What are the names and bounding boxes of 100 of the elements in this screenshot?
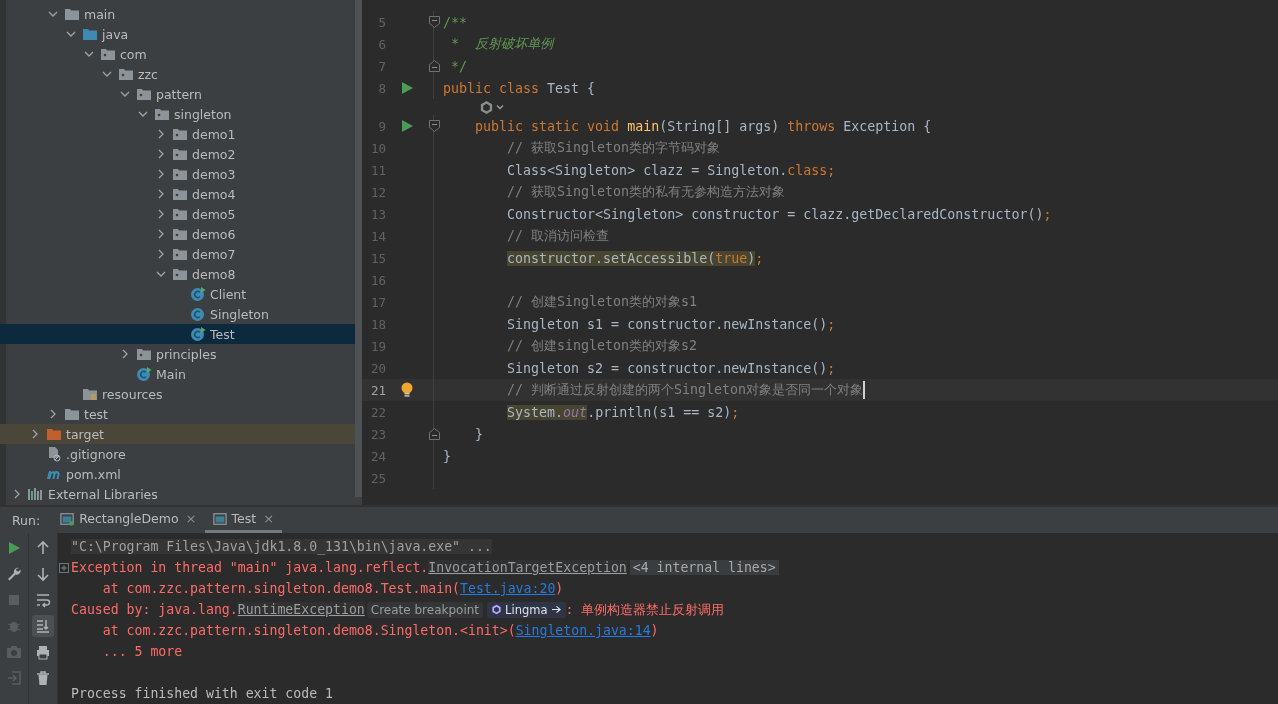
code-text: System. bbox=[507, 404, 564, 420]
folder-icon bbox=[64, 406, 80, 422]
tree-row[interactable]: Test bbox=[0, 324, 355, 344]
tree-row[interactable]: demo8 bbox=[0, 264, 355, 284]
tree-item-label: pattern bbox=[156, 86, 202, 102]
line-number: 22 bbox=[369, 404, 386, 420]
exception-link[interactable]: RuntimeException bbox=[237, 602, 365, 617]
expand-icon[interactable] bbox=[59, 562, 69, 573]
package-icon bbox=[172, 226, 188, 242]
line-number: 16 bbox=[369, 272, 386, 288]
code-keyword: ; bbox=[827, 360, 836, 376]
source-link[interactable]: Singleton.java:14 bbox=[515, 623, 651, 638]
tree-row[interactable]: pom.xml bbox=[0, 464, 355, 484]
scroll-end-icon[interactable] bbox=[32, 615, 54, 637]
line-number: 7 bbox=[377, 58, 386, 74]
code-keyword: true bbox=[715, 250, 748, 266]
tree-row[interactable]: principles bbox=[0, 344, 355, 364]
line-number: 25 bbox=[369, 470, 386, 486]
tree-item-label: singleton bbox=[174, 106, 232, 122]
source-link[interactable]: Test.java:20 bbox=[460, 581, 556, 596]
run-icon[interactable] bbox=[401, 82, 413, 94]
tree-item-label: demo1 bbox=[192, 126, 236, 142]
tree-row[interactable]: com bbox=[0, 44, 355, 64]
run-icon[interactable] bbox=[401, 120, 413, 132]
code-comment: * 反射破坏单例 bbox=[451, 35, 554, 53]
fold-icon[interactable] bbox=[428, 16, 440, 28]
package-icon bbox=[172, 206, 188, 222]
exception-link[interactable]: InvocationTargetException bbox=[428, 560, 627, 575]
line-number: 14 bbox=[369, 228, 386, 244]
lightbulb-icon[interactable] bbox=[401, 382, 413, 398]
create-breakpoint-button[interactable]: Create breakpoint bbox=[366, 601, 484, 618]
code-keyword: ; bbox=[755, 250, 764, 266]
folder-icon bbox=[82, 26, 98, 42]
tree-row[interactable]: java bbox=[0, 24, 355, 44]
tree-row[interactable]: .gitignore bbox=[0, 444, 355, 464]
class-icon bbox=[190, 286, 206, 302]
run-tab[interactable]: Test × bbox=[204, 507, 283, 533]
tree-row[interactable]: resources bbox=[0, 384, 355, 404]
package-icon bbox=[136, 86, 152, 102]
tree-row[interactable]: test bbox=[0, 404, 355, 424]
tree-row[interactable]: main bbox=[0, 4, 355, 24]
package-icon bbox=[172, 126, 188, 142]
tree-row[interactable]: target bbox=[0, 424, 355, 444]
tree-row[interactable]: zzc bbox=[0, 64, 355, 84]
tree-item-label: Client bbox=[210, 286, 247, 302]
tree-row[interactable]: External Libraries bbox=[0, 484, 355, 504]
tree-row[interactable]: Main bbox=[0, 364, 355, 384]
tree-row[interactable]: Singleton bbox=[0, 304, 355, 324]
line-number: 21 bbox=[369, 382, 386, 398]
chevron-icon[interactable] bbox=[120, 349, 130, 359]
code-text: } bbox=[443, 448, 451, 464]
code-text: Test { bbox=[547, 80, 596, 96]
tree-row[interactable]: demo6 bbox=[0, 224, 355, 244]
class-icon bbox=[136, 366, 152, 382]
tree-row[interactable]: demo4 bbox=[0, 184, 355, 204]
tree-row[interactable]: demo1 bbox=[0, 124, 355, 144]
line-number: 15 bbox=[369, 250, 386, 266]
folder-icon bbox=[46, 426, 62, 442]
tree-item-label: pom.xml bbox=[66, 466, 121, 482]
library-icon bbox=[28, 486, 44, 502]
run-tab[interactable]: RectangleDemo × bbox=[52, 507, 205, 533]
file-icon bbox=[46, 446, 62, 462]
tree-row[interactable]: pattern bbox=[0, 84, 355, 104]
tree-item-label: demo6 bbox=[192, 226, 236, 242]
line-number: 23 bbox=[369, 426, 386, 442]
tree-row[interactable]: demo5 bbox=[0, 204, 355, 224]
close-button[interactable]: × bbox=[263, 511, 275, 526]
code-keyword: public static void bbox=[475, 118, 621, 134]
close-button[interactable]: × bbox=[185, 511, 197, 526]
code-keyword: throws bbox=[787, 118, 837, 134]
error-text: Caused by: java.lang. bbox=[71, 602, 238, 617]
code-keyword: ; bbox=[1043, 206, 1052, 222]
assistant-icon[interactable] bbox=[479, 99, 494, 115]
fold-icon[interactable] bbox=[428, 60, 440, 72]
tree-row[interactable]: demo2 bbox=[0, 144, 355, 164]
package-icon bbox=[118, 66, 134, 82]
run-label: Run: bbox=[12, 512, 41, 528]
tree-row[interactable]: demo3 bbox=[0, 164, 355, 184]
code-keyword: ; bbox=[731, 404, 740, 420]
fold-icon[interactable] bbox=[428, 120, 440, 132]
tree-item-label: demo2 bbox=[192, 146, 236, 162]
tree-item-label: target bbox=[66, 426, 104, 442]
tree-row[interactable]: demo7 bbox=[0, 244, 355, 264]
error-text: Exception in thread "main" java.lang.reflect. bbox=[71, 560, 429, 575]
tree-item-label: zzc bbox=[138, 66, 158, 82]
caret-icon[interactable] bbox=[496, 103, 504, 111]
chevron-icon[interactable] bbox=[12, 489, 22, 499]
tab-label: RectangleDemo bbox=[79, 511, 179, 526]
tree-item-label: Singleton bbox=[210, 306, 269, 322]
internal-lines-toggle[interactable]: <4 internal lines> bbox=[629, 560, 779, 575]
assistant-button[interactable]: Lingma bbox=[487, 601, 566, 618]
line-number: 18 bbox=[369, 316, 386, 332]
console-icon bbox=[212, 511, 227, 526]
tree-row[interactable]: Client bbox=[0, 284, 355, 304]
tree-item-label: demo3 bbox=[192, 166, 236, 182]
fold-icon[interactable] bbox=[428, 428, 440, 440]
folder-icon bbox=[64, 6, 80, 22]
tree-row[interactable]: singleton bbox=[0, 104, 355, 124]
scrollbar-thumb[interactable] bbox=[355, 0, 362, 497]
tree-item-label: demo8 bbox=[192, 266, 236, 282]
